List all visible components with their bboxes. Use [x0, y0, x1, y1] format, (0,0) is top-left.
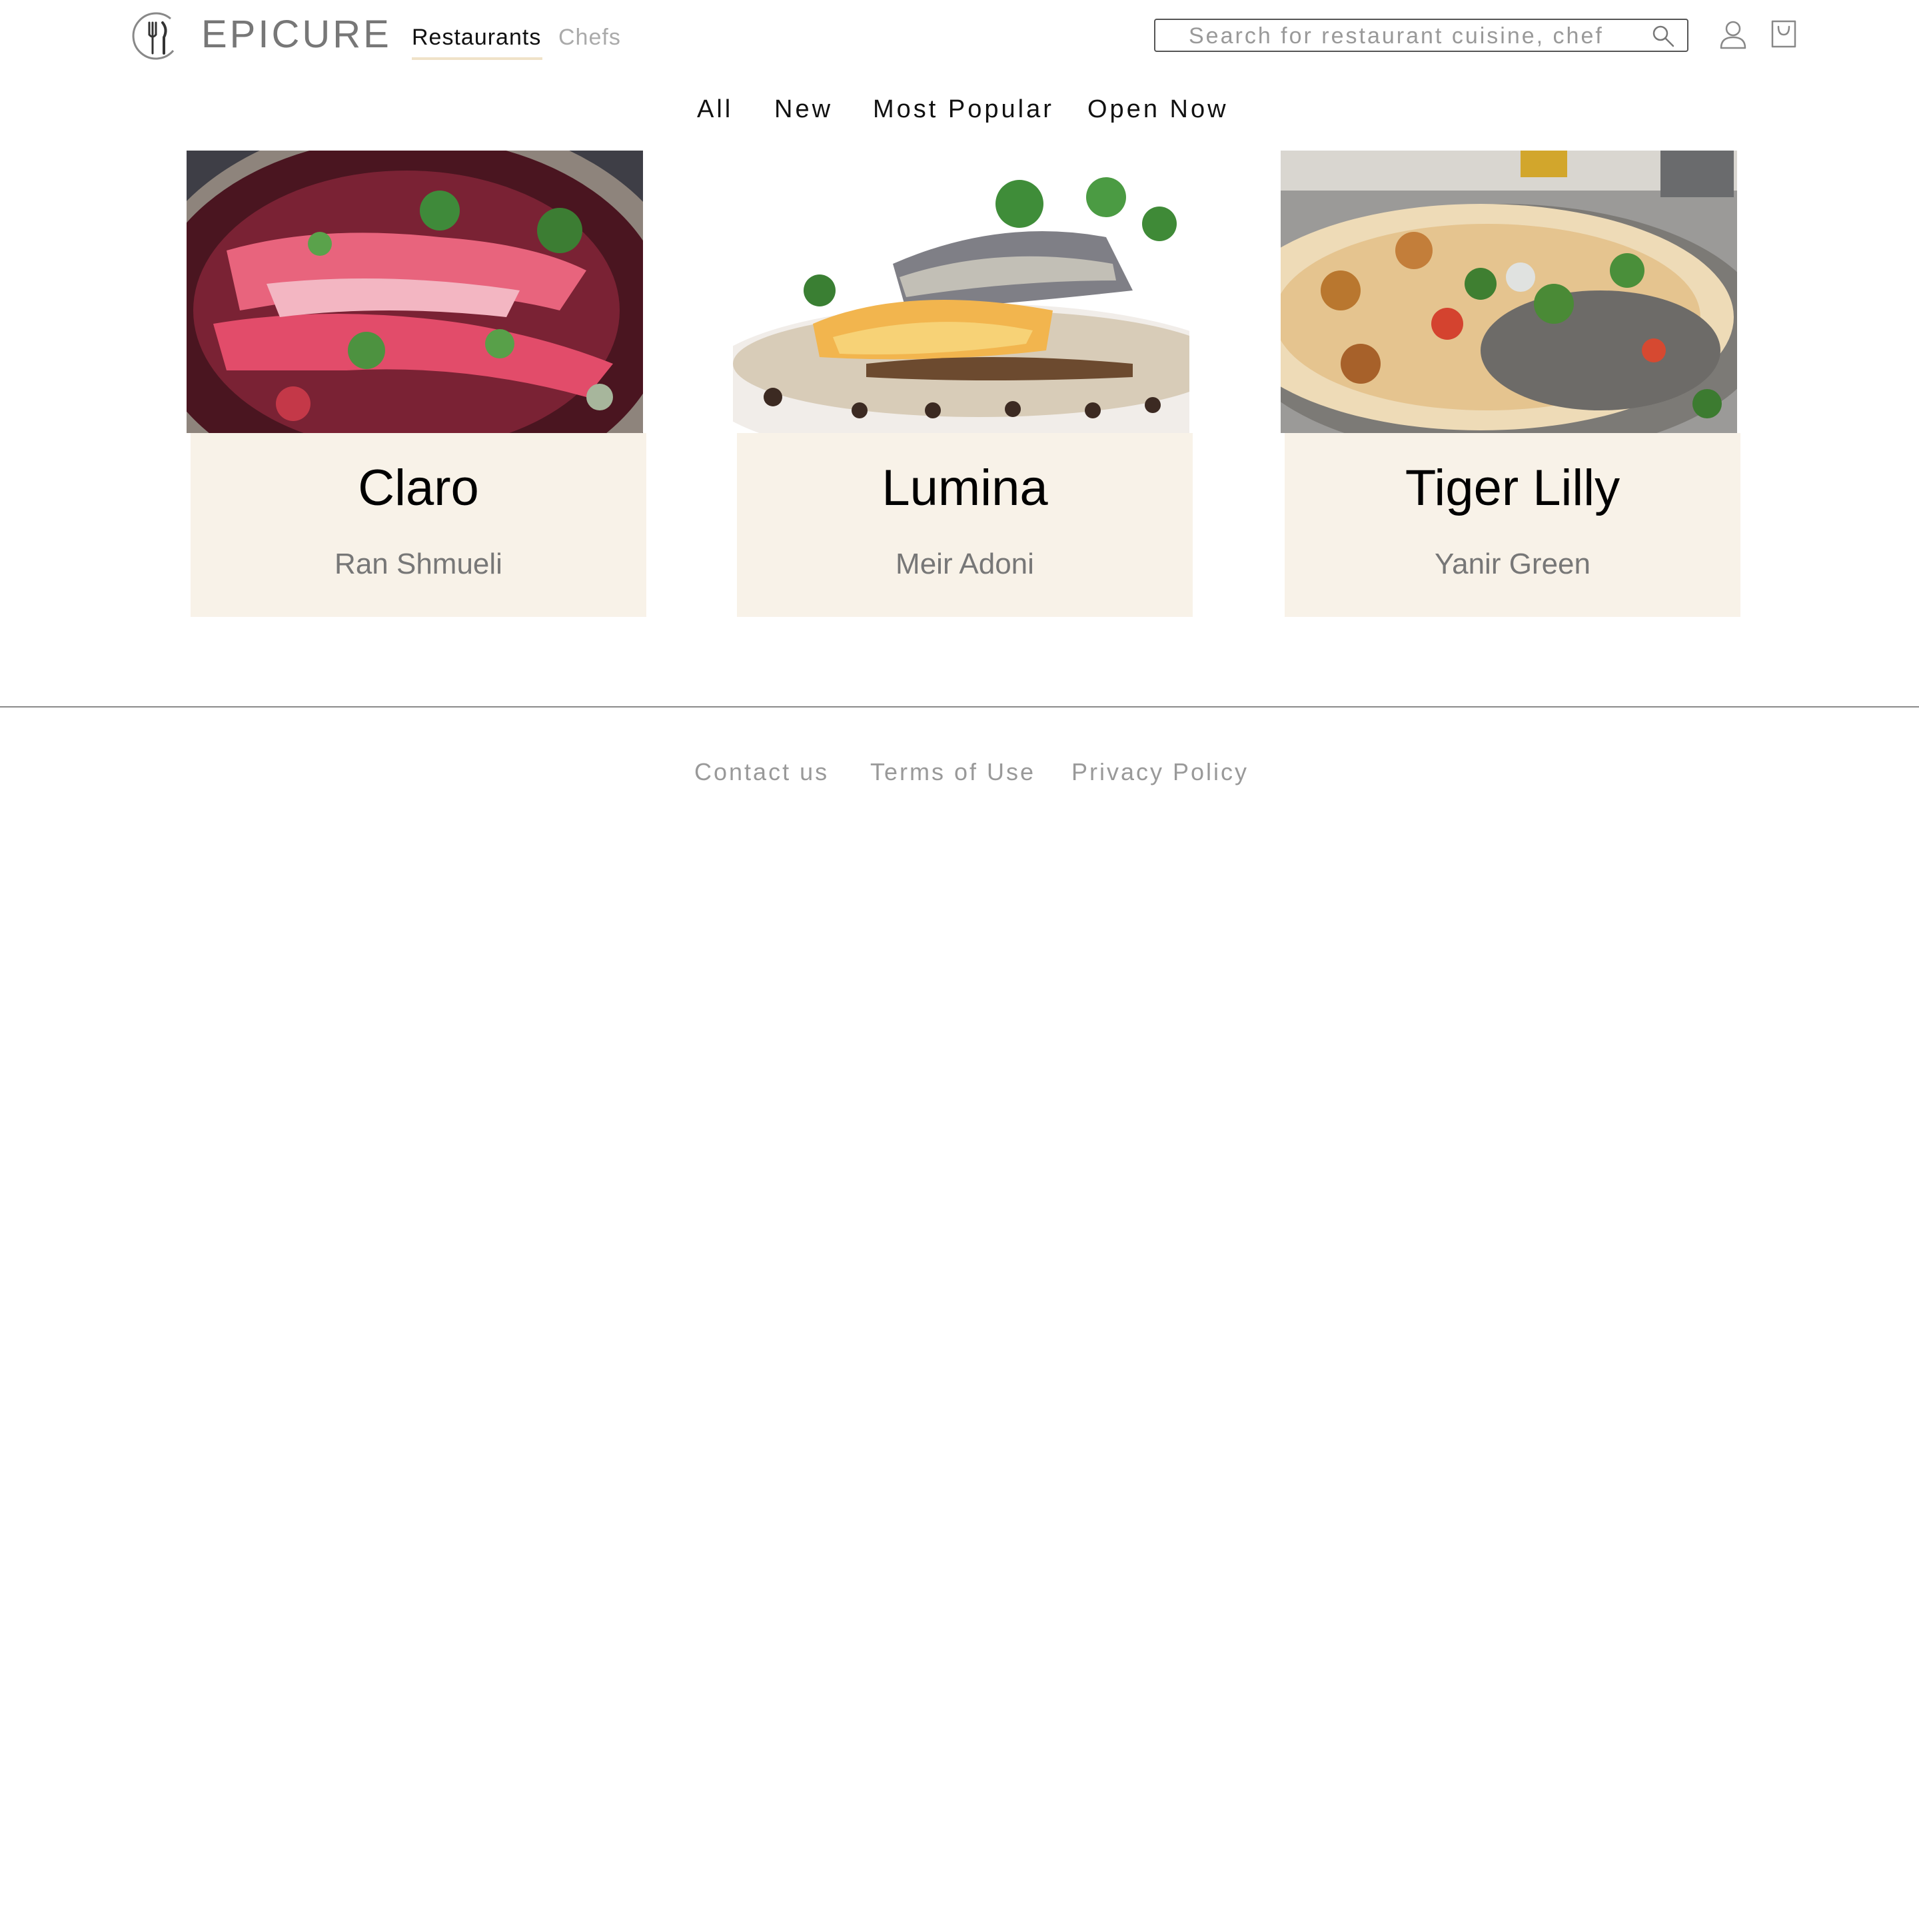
restaurant-card-lumina[interactable]: Lumina Meir Adoni: [733, 151, 1193, 617]
user-icon[interactable]: [1719, 20, 1747, 49]
footer-link-contact[interactable]: Contact us: [694, 758, 829, 786]
restaurant-chef: Yanir Green: [1435, 548, 1591, 580]
restaurant-filters: All New Most Popular Open Now: [0, 93, 1919, 125]
filter-most-popular[interactable]: Most Popular: [873, 93, 1054, 125]
search-bar: [1154, 19, 1688, 52]
restaurant-name: Claro: [358, 460, 479, 516]
restaurant-card-claro[interactable]: Claro Ran Shmueli: [187, 151, 646, 617]
restaurant-card-tiger-lilly[interactable]: Tiger Lilly Yanir Green: [1281, 151, 1740, 617]
restaurant-info: Tiger Lilly Yanir Green: [1285, 433, 1740, 617]
filter-new[interactable]: New: [774, 93, 833, 125]
restaurant-name: Tiger Lilly: [1405, 460, 1620, 516]
footer-divider: [0, 706, 1919, 708]
footer-link-terms[interactable]: Terms of Use: [870, 758, 1035, 786]
shopping-bag-icon[interactable]: [1770, 17, 1798, 48]
restaurant-name: Lumina: [882, 460, 1048, 516]
fork-knife-logo-icon[interactable]: [132, 11, 183, 61]
restaurant-photo[interactable]: [187, 151, 643, 433]
filter-open-now[interactable]: Open Now: [1087, 93, 1229, 125]
restaurant-photo[interactable]: [733, 164, 1189, 433]
search-icon[interactable]: [1651, 24, 1675, 48]
search-input[interactable]: [1189, 23, 1642, 49]
restaurant-photo[interactable]: [1281, 151, 1737, 433]
tab-chefs[interactable]: Chefs: [558, 24, 621, 51]
brand-name[interactable]: EPICURE: [201, 13, 392, 56]
footer-link-privacy[interactable]: Privacy Policy: [1071, 758, 1249, 786]
filter-all[interactable]: All: [697, 93, 733, 125]
restaurant-chef: Ran Shmueli: [334, 548, 502, 580]
restaurant-chef: Meir Adoni: [896, 548, 1034, 580]
restaurant-info: Lumina Meir Adoni: [737, 433, 1193, 617]
restaurant-info: Claro Ran Shmueli: [191, 433, 646, 617]
tab-restaurants[interactable]: Restaurants: [412, 24, 543, 60]
